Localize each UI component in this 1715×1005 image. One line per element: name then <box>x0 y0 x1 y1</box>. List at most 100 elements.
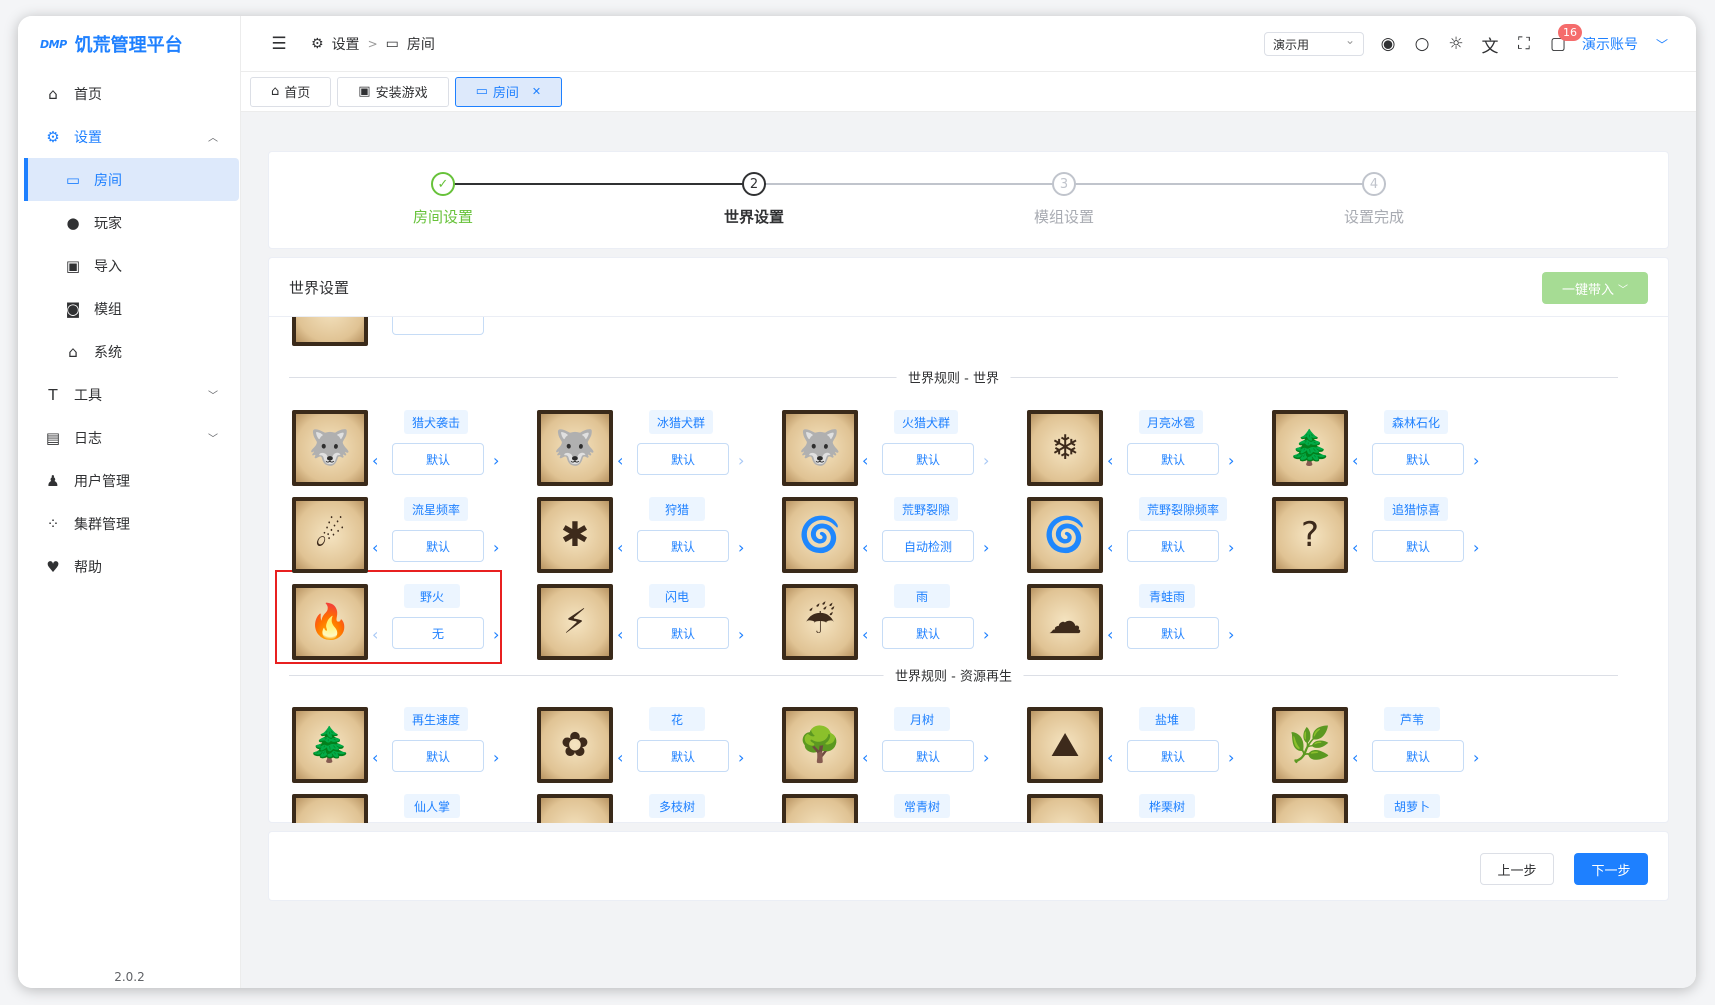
setting-value[interactable]: 无 <box>392 617 484 649</box>
setting-value[interactable]: 默认 <box>392 530 484 562</box>
setting-value[interactable]: 默认 <box>637 617 729 649</box>
sidebar-item-mods[interactable]: ◙ 模组 <box>18 287 240 330</box>
chevron-left-icon[interactable]: ‹ <box>372 625 378 644</box>
chevron-right-icon[interactable]: › <box>1473 451 1479 470</box>
chevron-right-icon[interactable]: › <box>738 451 744 470</box>
chevron-down-icon[interactable]: ﹀ <box>1652 34 1672 54</box>
tab-room[interactable]: ▭ 房间 ✕ <box>454 76 563 107</box>
sidebar-item-import[interactable]: ▣ 导入 <box>18 244 240 287</box>
setting-value[interactable]: 默认 <box>1372 443 1464 475</box>
chevron-right-icon[interactable]: › <box>1473 538 1479 557</box>
chevron-left-icon[interactable]: ‹ <box>617 625 623 644</box>
chevron-left-icon[interactable]: ‹ <box>1107 451 1113 470</box>
setting-name: 火猎犬群 <box>894 410 959 434</box>
setting-item: ✿ 花 ‹ 默认 › <box>537 702 757 783</box>
account-menu[interactable]: 演示账号 <box>1582 34 1638 54</box>
chevron-right-icon[interactable]: › <box>738 748 744 767</box>
chevron-left-icon[interactable]: ‹ <box>617 748 623 767</box>
tab-home[interactable]: ⌂ 首页 <box>250 76 332 107</box>
sidebar-item-player[interactable]: ● 玩家 <box>18 201 240 244</box>
chevron-left-icon[interactable]: ‹ <box>372 748 378 767</box>
setting-value[interactable]: 默认 <box>1372 530 1464 562</box>
sidebar-item-settings[interactable]: ⚙ 设置 ︿ <box>18 115 240 158</box>
chevron-right-icon[interactable]: › <box>1228 748 1234 767</box>
setting-name: 野火 <box>404 584 460 608</box>
world-settings-scroll[interactable]: 世界规则 - 世界 世界规则 - 资源再生 🐺 猎犬袭击 ‹ 默认 › 🐺 冰猎犬群 ‹ 默认 ›… <box>269 317 1668 823</box>
setting-value[interactable]: 默认 <box>1127 617 1219 649</box>
section-divider-regen: 世界规则 - 资源再生 <box>289 665 1618 685</box>
translate-icon[interactable]: 文 <box>1480 34 1500 57</box>
chevron-right-icon[interactable]: › <box>1228 451 1234 470</box>
chevron-right-icon[interactable]: › <box>983 451 989 470</box>
setting-value[interactable]: 默认 <box>392 443 484 475</box>
chevron-right-icon[interactable]: › <box>983 538 989 557</box>
chevron-left-icon[interactable]: ‹ <box>862 625 868 644</box>
prev-step-button[interactable]: 上一步 <box>1480 853 1554 885</box>
sidebar-item-help[interactable]: ♥ 帮助 <box>18 545 240 588</box>
setting-value[interactable]: 默认 <box>1127 530 1219 562</box>
footer-card: 上一步 下一步 <box>268 831 1669 901</box>
next-step-button[interactable]: 下一步 <box>1574 853 1648 885</box>
hunt-surprise-icon: ? <box>1276 501 1344 569</box>
chevron-left-icon[interactable]: ‹ <box>372 451 378 470</box>
setting-thumbnail: ✱ <box>537 497 613 573</box>
setting-item: ☄ 流星频率 ‹ 默认 › <box>292 492 512 573</box>
chevron-right-icon[interactable]: › <box>1473 748 1479 767</box>
setting-value[interactable]: 默认 <box>637 530 729 562</box>
setting-value[interactable]: 默认 <box>637 740 729 772</box>
sidebar-item-room[interactable]: ▭ 房间 <box>24 158 239 201</box>
setting-value[interactable]: 默认 <box>392 740 484 772</box>
help-icon: ♥ <box>46 557 60 576</box>
setting-value[interactable]: 默认 <box>882 740 974 772</box>
close-icon[interactable]: ✕ <box>532 85 541 98</box>
one-click-apply-button[interactable]: 一键带入 ﹀ <box>1542 272 1648 304</box>
chevron-right-icon[interactable]: › <box>493 451 499 470</box>
setting-value[interactable]: 默认 <box>882 617 974 649</box>
chevron-left-icon[interactable]: ‹ <box>1352 748 1358 767</box>
chevron-right-icon[interactable]: › <box>1228 625 1234 644</box>
collapse-menu-icon[interactable]: ☰ <box>269 34 289 54</box>
chevron-right-icon[interactable]: › <box>983 748 989 767</box>
chevron-left-icon[interactable]: ‹ <box>617 451 623 470</box>
chevron-right-icon[interactable]: › <box>738 538 744 557</box>
sidebar-item-tools[interactable]: T 工具 ﹀ <box>18 373 240 416</box>
chevron-right-icon[interactable]: › <box>493 748 499 767</box>
setting-value[interactable]: 默认 <box>637 443 729 475</box>
chevron-right-icon[interactable]: › <box>738 625 744 644</box>
search-icon[interactable]: ○ <box>1412 34 1432 54</box>
chevron-right-icon[interactable]: › <box>493 538 499 557</box>
message-icon[interactable]: ▢ 16 <box>1548 24 1582 54</box>
chevron-down-icon: ﹀ <box>208 434 218 445</box>
chevron-right-icon[interactable]: › <box>493 625 499 644</box>
theme-sun-icon[interactable]: ☼ <box>1446 34 1466 54</box>
setting-value[interactable]: 默认 <box>1372 740 1464 772</box>
setting-value[interactable]: 默认 <box>1127 443 1219 475</box>
cluster-select[interactable]: 演示用 <box>1264 32 1364 56</box>
github-icon[interactable]: ◉ <box>1378 34 1398 54</box>
chevron-left-icon[interactable]: ‹ <box>372 538 378 557</box>
chevron-left-icon[interactable]: ‹ <box>617 538 623 557</box>
breadcrumb-item[interactable]: 设置 <box>332 34 360 54</box>
sidebar-item-cluster[interactable]: ⁘ 集群管理 <box>18 502 240 545</box>
setting-value-partial[interactable] <box>392 317 484 335</box>
sidebar-item-user-manage[interactable]: ♟ 用户管理 <box>18 459 240 502</box>
chevron-left-icon[interactable]: ‹ <box>1107 538 1113 557</box>
sidebar-item-home[interactable]: ⌂ 首页 <box>18 72 240 115</box>
chevron-left-icon[interactable]: ‹ <box>862 538 868 557</box>
sidebar-item-logs[interactable]: ▤ 日志 ﹀ <box>18 416 240 459</box>
chevron-left-icon[interactable]: ‹ <box>1352 538 1358 557</box>
setting-name: 花 <box>649 707 705 731</box>
chevron-right-icon[interactable]: › <box>1228 538 1234 557</box>
chevron-left-icon[interactable]: ‹ <box>862 451 868 470</box>
setting-value[interactable]: 自动检测 <box>882 530 974 562</box>
setting-value[interactable]: 默认 <box>1127 740 1219 772</box>
sidebar-item-system[interactable]: ⌂ 系统 <box>18 330 240 373</box>
chevron-left-icon[interactable]: ‹ <box>862 748 868 767</box>
chevron-left-icon[interactable]: ‹ <box>1107 625 1113 644</box>
setting-value[interactable]: 默认 <box>882 443 974 475</box>
tab-install-game[interactable]: ▣ 安装游戏 <box>337 76 449 107</box>
fullscreen-icon[interactable]: ⛶ <box>1514 34 1534 54</box>
chevron-left-icon[interactable]: ‹ <box>1352 451 1358 470</box>
chevron-left-icon[interactable]: ‹ <box>1107 748 1113 767</box>
chevron-right-icon[interactable]: › <box>983 625 989 644</box>
